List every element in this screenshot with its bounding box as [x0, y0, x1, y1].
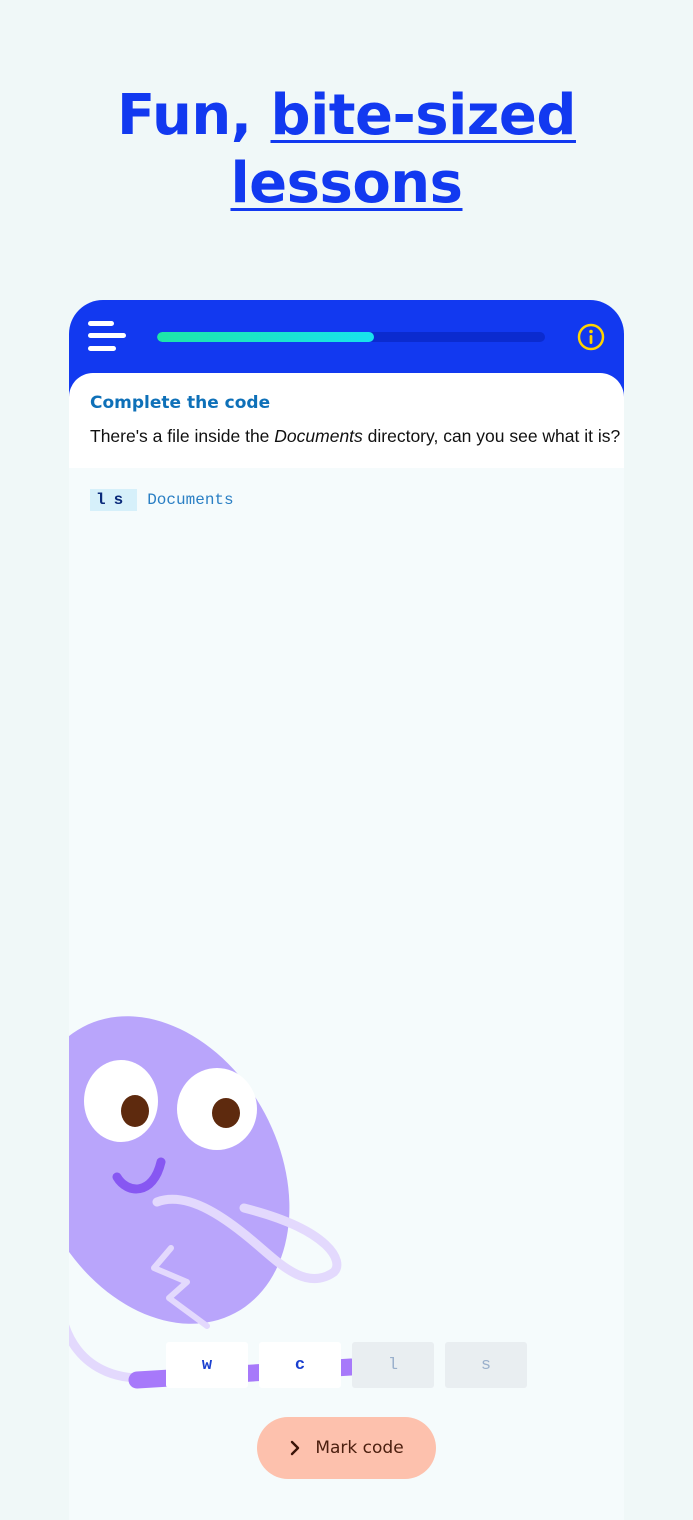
- answer-keyboard: w c l s: [166, 1342, 527, 1388]
- exercise-card: Complete the code There's a file inside …: [69, 373, 624, 468]
- headline-accent-line1: bite-sized: [270, 83, 577, 148]
- answer-key[interactable]: c: [259, 1342, 341, 1388]
- hamburger-menu-icon[interactable]: [88, 321, 128, 353]
- headline-plain: Fun,: [117, 83, 271, 148]
- exercise-prompt-start: There's a file inside the: [90, 426, 275, 446]
- exercise-prompt-emphasis: Documents: [274, 426, 363, 446]
- exercise-title: Complete the code: [90, 393, 271, 413]
- exercise-prompt-end: directory, can you see what it is?: [362, 426, 621, 446]
- exercise-prompt: There's a file inside the Documents dire…: [90, 426, 620, 447]
- answer-key-used[interactable]: l: [352, 1342, 434, 1388]
- answer-key[interactable]: w: [166, 1342, 248, 1388]
- thinking-mascot-illustration: [69, 1016, 360, 1389]
- mark-code-label: Mark code: [315, 1438, 404, 1458]
- page-headline: Fun, bite-sized lessons: [0, 82, 693, 218]
- code-argument: Documents: [147, 491, 234, 509]
- chevron-right-icon: [291, 1440, 300, 1456]
- lesson-progress-fill: [157, 332, 375, 342]
- answer-key-used[interactable]: s: [445, 1342, 527, 1388]
- code-command-slot[interactable]: ls: [90, 489, 138, 511]
- info-circle-icon[interactable]: [576, 322, 606, 352]
- headline-accent-line2: lessons: [230, 151, 463, 216]
- code-editor-line: ls Documents: [90, 489, 234, 511]
- lesson-progress-bar: [157, 332, 545, 342]
- app-screen: Complete the code There's a file inside …: [69, 300, 624, 1520]
- mark-code-button[interactable]: Mark code: [257, 1417, 436, 1479]
